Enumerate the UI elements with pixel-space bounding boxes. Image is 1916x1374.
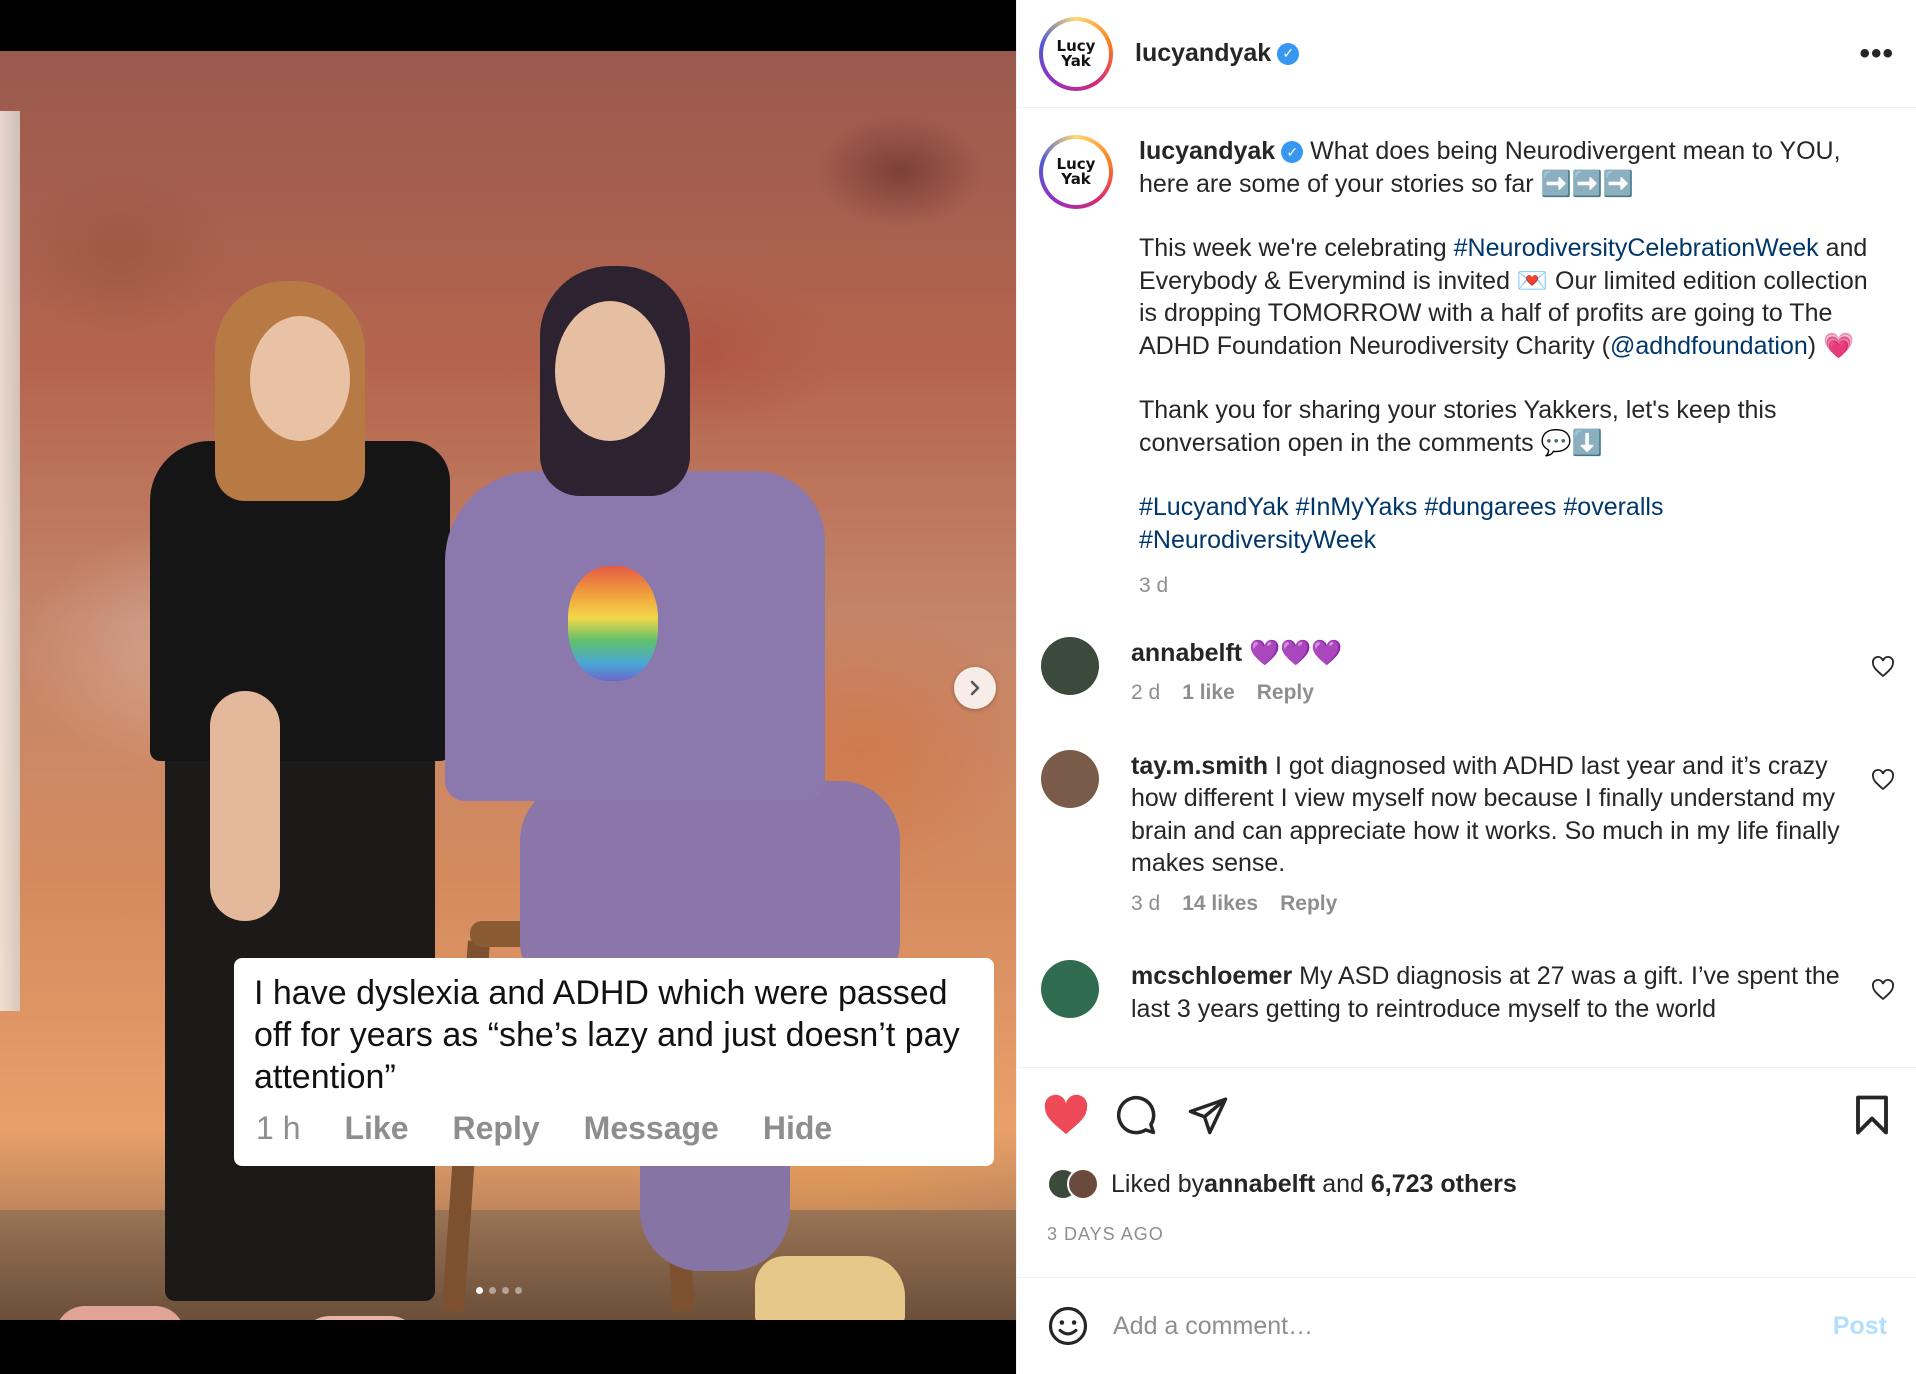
more-options-icon[interactable]: ••• — [1859, 37, 1894, 71]
hashtag-link[interactable]: #InMyYaks — [1296, 493, 1418, 521]
caption-paragraph: Thank you for sharing your stories Yakke… — [1139, 396, 1777, 457]
hashtag-link[interactable]: #overalls — [1563, 493, 1663, 521]
mention-link[interactable]: @adhdfoundation — [1610, 332, 1808, 360]
person-left-arm — [210, 691, 280, 921]
backdrop-curtain — [0, 111, 20, 1011]
quote-text: I have dyslexia and ADHD which were pass… — [254, 974, 960, 1096]
quote-time: 1 h — [256, 1110, 301, 1146]
hashtag-link[interactable]: #NeurodiversityCelebrationWeek — [1454, 234, 1819, 262]
share-icon[interactable] — [1187, 1094, 1229, 1136]
comment-item: tay.m.smith I got diagnosed with ADHD la… — [1017, 749, 1916, 921]
post-header: Lucy Yak lucyandyak ✓ ••• — [1017, 0, 1916, 108]
liker-avatar — [1067, 1168, 1099, 1200]
comment-composer: Post — [1017, 1277, 1916, 1374]
verified-badge-icon: ✓ — [1277, 42, 1300, 65]
likes-count[interactable]: 6,723 others — [1371, 1170, 1517, 1199]
verified-badge-icon: ✓ — [1281, 141, 1304, 164]
post-actions: Liked by annabelft and 6,723 others 3 DA… — [1017, 1067, 1916, 1277]
heart-outline-icon[interactable] — [1871, 978, 1895, 1002]
comment-time: 3 d — [1131, 891, 1161, 915]
author-avatar[interactable]: Lucy Yak — [1039, 16, 1113, 91]
hashtag-link[interactable]: #NeurodiversityWeek — [1139, 526, 1376, 554]
person-left-face — [250, 316, 350, 441]
carousel-dot[interactable] — [515, 1287, 522, 1294]
carousel-dot[interactable] — [476, 1287, 483, 1294]
brand-logo: Lucy Yak — [1048, 25, 1104, 82]
person-right-face — [555, 301, 665, 441]
comment-icon[interactable] — [1115, 1094, 1157, 1136]
commenter-avatar[interactable] — [1041, 960, 1099, 1018]
commenter-username[interactable]: annabelft — [1131, 639, 1242, 667]
comment-likes[interactable]: 14 likes — [1182, 888, 1258, 921]
comment-quote-card: I have dyslexia and ADHD which were pass… — [234, 958, 994, 1166]
person-left-shoe — [55, 1306, 185, 1320]
comment-item: mcschloemer My ASD diagnosis at 27 was a… — [1017, 960, 1916, 1025]
caption-time: 3 d — [1139, 574, 1169, 597]
likes-mid: and — [1315, 1169, 1371, 1198]
caption-text-span: ) 💗 — [1807, 331, 1855, 360]
post-date: 3 DAYS AGO — [1047, 1224, 1164, 1244]
commenter-username[interactable]: mcschloemer — [1131, 962, 1292, 990]
quote-reply: Reply — [452, 1110, 540, 1146]
caption-avatar[interactable]: Lucy Yak — [1039, 135, 1113, 209]
post-panel: Lucy Yak lucyandyak ✓ ••• Lucy Yak lucya… — [1016, 0, 1916, 1374]
likes-prefix: Liked by — [1111, 1169, 1205, 1198]
heart-outline-icon[interactable] — [1871, 768, 1895, 792]
quote-hide: Hide — [762, 1110, 833, 1146]
caption-text: lucyandyak ✓ What does being Neurodiverge… — [1139, 135, 1879, 603]
comment-reply-button[interactable]: Reply — [1257, 677, 1314, 710]
comment-likes[interactable]: 1 like — [1182, 677, 1235, 710]
liker-username[interactable]: annabelft — [1204, 1170, 1315, 1199]
heart-filled-icon[interactable] — [1043, 1094, 1089, 1136]
caption-username[interactable]: lucyandyak — [1139, 137, 1275, 165]
carousel-dot[interactable] — [489, 1287, 496, 1294]
comment-reply-button[interactable]: Reply — [1280, 888, 1337, 921]
comments-scroll-area[interactable]: Lucy Yak lucyandyak ✓ What does being Neu… — [1017, 109, 1916, 1067]
emoji-icon[interactable] — [1047, 1305, 1089, 1347]
carousel-dots — [476, 1287, 522, 1294]
caption-text-span: This week we're celebrating — [1139, 234, 1454, 262]
quote-like: Like — [344, 1110, 409, 1146]
commenter-avatar[interactable] — [1041, 636, 1099, 695]
brand-logo: Lucy Yak — [1048, 144, 1104, 200]
bookmark-icon[interactable] — [1853, 1094, 1891, 1136]
comment-text: 💜💜💜 — [1242, 638, 1343, 667]
quote-message: Message — [583, 1110, 719, 1146]
rainbow-print — [568, 566, 658, 681]
author-username[interactable]: lucyandyak — [1135, 39, 1271, 68]
hashtag-link[interactable]: #dungarees — [1424, 493, 1556, 521]
post-media: I have dyslexia and ADHD which were pass… — [0, 0, 1016, 1374]
likes-summary: Liked by annabelft and 6,723 others — [1047, 1168, 1517, 1200]
comment-item: annabelft 💜💜💜 2 d 1 like Reply — [1017, 636, 1916, 710]
carousel-dot[interactable] — [502, 1287, 509, 1294]
post-comment-button[interactable]: Post — [1833, 1312, 1887, 1341]
commenter-username[interactable]: tay.m.smith — [1131, 752, 1268, 780]
caption-hashtags: #LucyandYak #InMyYaks #dungarees #overal… — [1139, 491, 1879, 556]
commenter-avatar[interactable] — [1041, 749, 1099, 808]
heart-outline-icon[interactable] — [1871, 655, 1895, 679]
next-slide-button[interactable] — [954, 667, 996, 709]
person-right-shoe — [755, 1256, 905, 1320]
comment-input[interactable] — [1113, 1311, 1833, 1341]
post-caption: Lucy Yak lucyandyak ✓ What does being Neu… — [1017, 109, 1916, 603]
quote-actions: 1 h Like Reply Message Hide — [256, 1110, 876, 1147]
hashtag-link[interactable]: #LucyandYak — [1139, 493, 1289, 521]
comment-time: 2 d — [1131, 681, 1161, 704]
chevron-right-icon — [970, 680, 980, 696]
